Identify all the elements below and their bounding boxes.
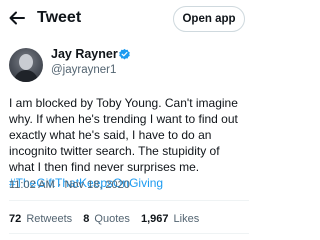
open-app-button[interactable]: Open app <box>173 6 245 32</box>
author-display-name[interactable]: Jay Rayner <box>51 47 118 62</box>
quotes-stat[interactable]: 8 Quotes <box>83 212 130 226</box>
divider <box>9 200 249 201</box>
back-button[interactable] <box>7 8 27 28</box>
tweet-text: I am blocked by Toby Young. Can't imagin… <box>9 96 238 174</box>
engagement-stats: 72 Retweets 8 Quotes 1,967 Likes <box>9 212 207 226</box>
avatar[interactable] <box>9 48 43 82</box>
verified-badge-icon <box>118 48 131 61</box>
top-bar: Tweet Open app <box>0 0 249 38</box>
tweet-time[interactable]: 11:02 AM <box>9 179 55 191</box>
page-title: Tweet <box>37 9 82 26</box>
author-handle[interactable]: @jayrayner1 <box>51 63 116 77</box>
tweet-timestamp: 11:02 AM · Nov 18, 2020 <box>9 179 130 191</box>
tweet-date[interactable]: Nov 18, 2020 <box>64 179 129 191</box>
arrow-left-icon <box>9 11 25 25</box>
likes-stat[interactable]: 1,967 Likes <box>141 212 199 226</box>
retweets-stat[interactable]: 72 Retweets <box>9 212 72 226</box>
divider <box>9 233 249 234</box>
tweet-body: I am blocked by Toby Young. Can't imagin… <box>9 95 247 191</box>
